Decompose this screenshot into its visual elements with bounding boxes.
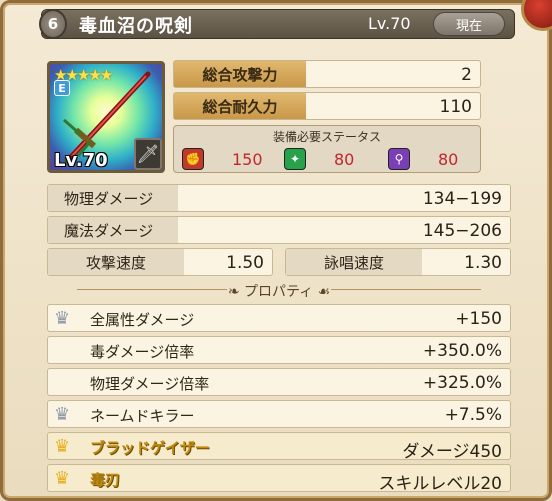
property-row: 物理ダメージ倍率 +325.0% xyxy=(47,368,511,396)
property-label: 全属性ダメージ xyxy=(90,311,195,329)
magic-damage-value: 145−206 xyxy=(422,221,502,241)
properties-divider: ❧ プロパティ ☙ xyxy=(47,280,511,300)
cast-speed-value: 1.30 xyxy=(464,253,502,273)
requirements-box: 装備必要ステータス ✊ 150 ✦ 80 ⚲ 80 xyxy=(173,125,481,173)
total-durability-label: 総合耐久力 xyxy=(174,93,306,119)
item-level: Lv.70 xyxy=(368,14,411,33)
req-strength-value: 150 xyxy=(232,149,263,169)
property-value: +7.5% xyxy=(444,405,502,425)
close-gem-icon[interactable] xyxy=(521,0,552,31)
gold-crown-icon: ♛ xyxy=(54,468,71,489)
physical-damage-value: 134−199 xyxy=(422,189,502,209)
total-attack-value: 2 xyxy=(461,65,472,85)
property-row: ♛ ネームドキラー +7.5% xyxy=(47,400,511,428)
property-row: 毒ダメージ倍率 +350.0% xyxy=(47,336,511,364)
item-detail-panel: 6 毒血沼の呪剣 Lv.70 現在 ★★★★★ E Lv.70 🗡 総合攻撃力 … xyxy=(0,0,552,501)
req-magic: ⚲ 80 xyxy=(388,148,458,170)
magic-damage-label: 魔法ダメージ xyxy=(48,217,178,243)
strength-icon: ✊ xyxy=(182,148,204,170)
property-row: ♛ 毒刃 スキルレベル20 xyxy=(47,464,511,494)
dexterity-icon: ✦ xyxy=(284,148,306,170)
sword-icon: 🗡 xyxy=(134,138,162,170)
req-magic-value: 80 xyxy=(438,149,459,169)
item-name: 毒血沼の呪剣 xyxy=(79,16,193,37)
property-label: 毒ダメージ倍率 xyxy=(90,343,195,361)
element-badge: E xyxy=(54,80,70,96)
req-strength: ✊ 150 xyxy=(182,148,263,170)
properties-title-text: プロパティ xyxy=(244,284,314,300)
gold-crown-icon: ♛ xyxy=(54,436,71,457)
property-row: ♛ 全属性ダメージ +150 xyxy=(47,304,511,332)
total-attack-row: 総合攻撃力 2 xyxy=(173,60,481,88)
property-label: ネームドキラー xyxy=(90,407,195,425)
magic-icon: ⚲ xyxy=(388,148,410,170)
property-label: 毒刃 xyxy=(90,471,121,489)
req-dexterity-value: 80 xyxy=(334,149,355,169)
properties-title: ❧ プロパティ ☙ xyxy=(227,284,331,300)
silver-crown-icon: ♛ xyxy=(54,404,71,425)
property-value: ダメージ450 xyxy=(402,442,502,462)
property-value: +350.0% xyxy=(422,341,502,361)
rarity-badge: 6 xyxy=(39,9,67,39)
weapon-card[interactable]: ★★★★★ E Lv.70 🗡 xyxy=(47,61,165,173)
property-label: 物理ダメージ倍率 xyxy=(90,375,210,393)
cast-speed-label: 詠唱速度 xyxy=(286,249,422,275)
attack-speed-value: 1.50 xyxy=(226,253,264,273)
attack-speed-row: 攻撃速度 1.50 xyxy=(47,248,273,276)
requirements-title: 装備必要ステータス xyxy=(272,130,381,144)
total-durability-value: 110 xyxy=(439,97,472,117)
attack-speed-label: 攻撃速度 xyxy=(48,249,184,275)
physical-damage-label: 物理ダメージ xyxy=(48,185,178,211)
property-value: +150 xyxy=(455,309,502,329)
property-row: ♛ ブラッドゲイザー ダメージ450 xyxy=(47,432,511,462)
physical-damage-row: 物理ダメージ 134−199 xyxy=(47,184,511,212)
magic-damage-row: 魔法ダメージ 145−206 xyxy=(47,216,511,244)
silver-crown-icon: ♛ xyxy=(54,308,71,329)
current-button[interactable]: 現在 xyxy=(433,12,505,36)
property-label: ブラッドゲイザー xyxy=(90,439,210,457)
cast-speed-row: 詠唱速度 1.30 xyxy=(285,248,511,276)
total-attack-label: 総合攻撃力 xyxy=(174,61,306,87)
property-value: +325.0% xyxy=(422,373,502,393)
weapon-level: Lv.70 xyxy=(54,150,108,171)
req-dexterity: ✦ 80 xyxy=(284,148,354,170)
total-durability-row: 総合耐久力 110 xyxy=(173,92,481,120)
property-value: スキルレベル20 xyxy=(378,474,502,494)
